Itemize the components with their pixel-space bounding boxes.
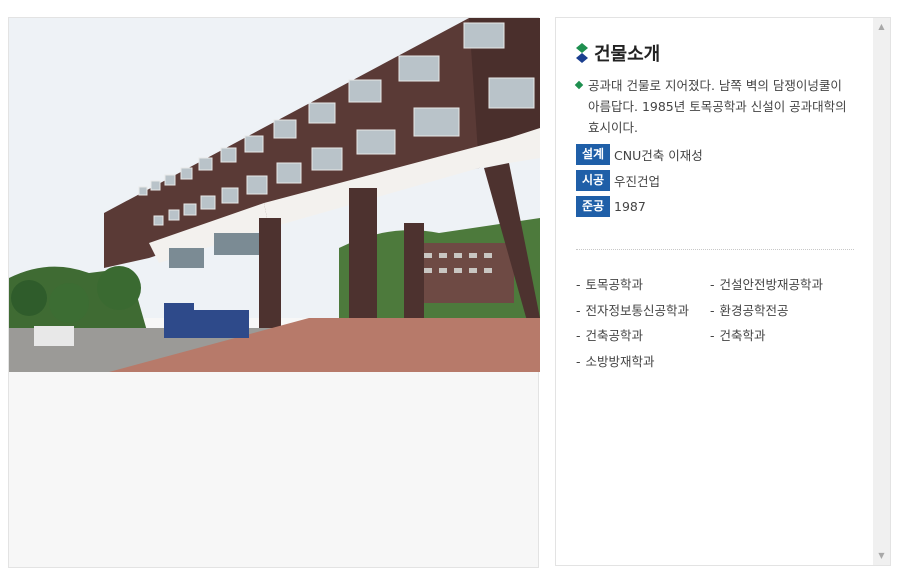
department-item: - 건축공학과	[576, 328, 644, 343]
spec-value: 1987	[614, 199, 646, 214]
spec-completion: 준공 1987	[576, 196, 646, 217]
spec-label: 준공	[576, 196, 610, 217]
section-header: 건물소개	[576, 40, 660, 66]
spec-design: 설계 CNU건축 이재성	[576, 144, 703, 165]
info-panel: 건물소개 공과대 건물로 지어졌다. 남쪽 벽의 담쟁이넝쿨이 아름답다. 19…	[555, 17, 891, 566]
photo-panel	[8, 17, 540, 568]
spec-construction: 시공 우진건업	[576, 170, 660, 191]
department-item: - 토목공학과	[576, 277, 644, 292]
spec-value: 우진건업	[614, 174, 661, 189]
scroll-down-arrow-icon[interactable]: ▼	[873, 549, 890, 563]
section-title: 건물소개	[594, 44, 661, 65]
divider	[576, 249, 854, 250]
department-item: - 건설안전방재공학과	[710, 277, 824, 292]
building-description: 공과대 건물로 지어졌다. 남쪽 벽의 담쟁이넝쿨이 아름답다. 1985년 토…	[574, 75, 851, 138]
spec-label: 시공	[576, 170, 610, 191]
scroll-up-arrow-icon[interactable]: ▲	[873, 20, 890, 34]
diamond-icon	[576, 43, 588, 63]
department-item: - 건축학과	[710, 328, 766, 343]
department-item: - 환경공학전공	[710, 303, 789, 318]
building-photo	[9, 18, 540, 372]
vertical-scrollbar[interactable]: ▲ ▼	[873, 18, 890, 565]
department-item: - 소방방재학과	[576, 354, 655, 369]
spec-label: 설계	[576, 144, 610, 165]
spec-value: CNU건축 이재성	[614, 148, 703, 163]
department-item: - 전자정보통신공학과	[576, 303, 690, 318]
description-text: 공과대 건물로 지어졌다. 남쪽 벽의 담쟁이넝쿨이 아름답다. 1985년 토…	[588, 78, 847, 135]
